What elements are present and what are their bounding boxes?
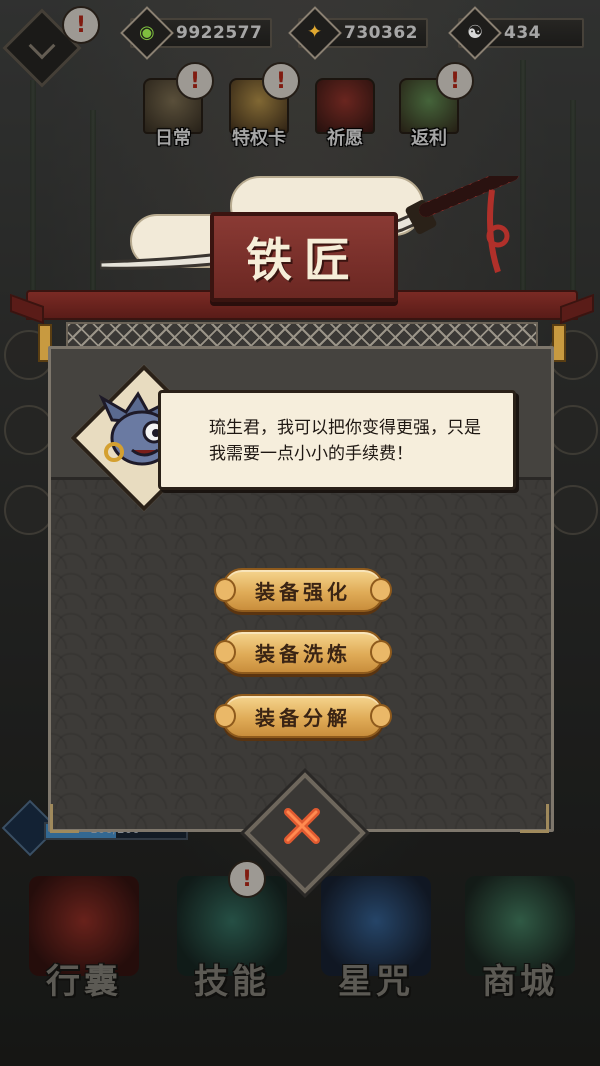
dialog-title-sign: 铁匠	[210, 212, 398, 302]
blacksmith-dialog	[26, 290, 578, 833]
npc-speech-text: 琉生君，我可以把你变得更强，只是我需要一点小小的手续费！	[209, 418, 481, 464]
dialog-title: 铁匠	[246, 233, 362, 287]
close-icon	[284, 808, 320, 844]
panel-corner	[50, 804, 79, 833]
equipment-dismantle-label: 装备分解	[255, 705, 351, 730]
equipment-refine-button[interactable]: 装备洗炼	[214, 630, 392, 674]
equipment-refine-label: 装备洗炼	[255, 641, 351, 666]
equipment-enhance-label: 装备强化	[255, 579, 351, 604]
equipment-dismantle-button[interactable]: 装备分解	[214, 694, 392, 738]
npc-speech-bubble: 琉生君，我可以把你变得更强，只是我需要一点小小的手续费！	[158, 390, 516, 490]
panel-corner	[520, 804, 549, 833]
lantern-icon	[552, 324, 566, 362]
equipment-enhance-button[interactable]: 装备强化	[214, 568, 392, 612]
